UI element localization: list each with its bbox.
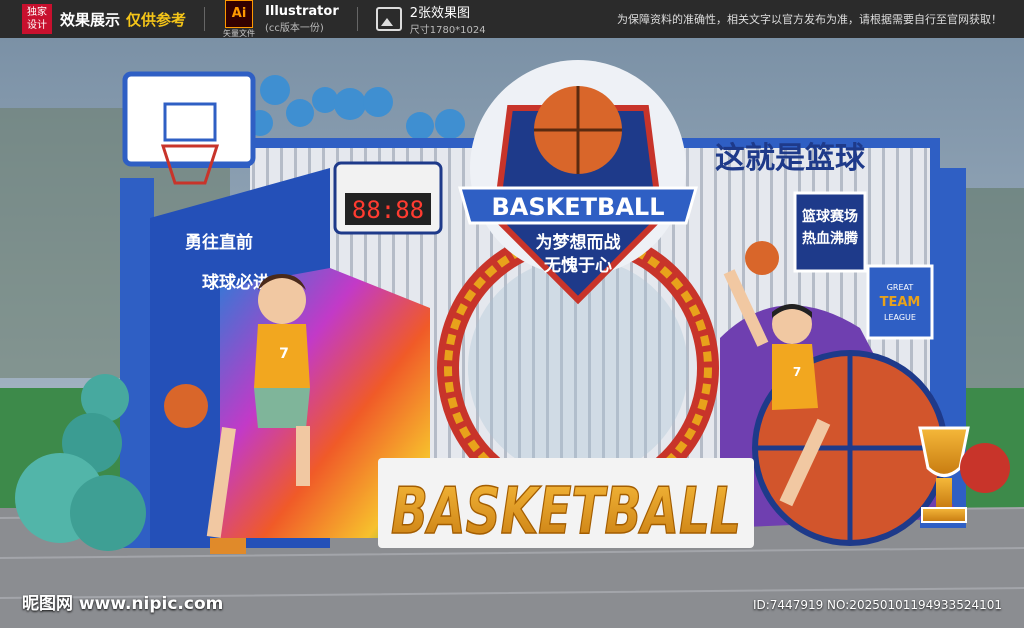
watermark: 昵图网 www.nipic.com	[22, 594, 224, 614]
scene-illustration: 这就是篮球 88:88 勇往直前 球球必进 BASKETBALL 为梦想而战 无…	[0, 38, 1024, 628]
preview-size: 尺寸1780*1024	[409, 25, 486, 36]
image-id: ID:7447919 NO:20250101194933524101	[752, 598, 1002, 612]
jersey-number-right: 7	[793, 365, 801, 379]
left-slogan-2: 球球必进	[202, 272, 270, 293]
image-icon	[375, 7, 402, 31]
scoreboard-digits: 88:88	[352, 196, 424, 224]
badge-line-1: GREAT	[887, 283, 914, 292]
basketball-icon	[745, 241, 779, 275]
title-text: 效果展示	[60, 10, 121, 29]
right-sign-line-1: 篮球赛场	[801, 208, 858, 225]
software-info: Illustrator (cc版本一份)	[265, 4, 339, 34]
notice-text: 为保障资料的准确性，相关文字以官方发布为准，请根据需要自行至官网获取！	[617, 13, 1002, 26]
badge-line-3: LEAGUE	[884, 313, 916, 322]
ai-file-icon: Ai	[225, 0, 254, 28]
badge-line-2: TEAM	[880, 295, 921, 310]
right-sign-line-2: 热血沸腾	[802, 230, 859, 247]
ai-file-group: Ai 矢量文件	[223, 0, 255, 39]
left-slogan-1: 勇往直前	[185, 232, 253, 253]
divider	[356, 7, 358, 31]
preview-count: 2张效果图	[409, 6, 471, 21]
big-basketball-word: BASKETBALL	[391, 475, 741, 549]
divider	[204, 7, 206, 31]
software-version: (cc版本一份)	[265, 23, 324, 34]
preview-info: 2张效果图 尺寸1780*1024	[410, 2, 486, 36]
logo-line1: 独家	[27, 7, 47, 18]
emblem-line-2: 无愧于心	[543, 255, 612, 276]
software-name: Illustrator	[265, 4, 339, 19]
emblem-title: BASKETBALL	[492, 193, 665, 221]
top-info-bar: 独家 设计 效果展示 仅供参考 Ai 矢量文件 Illustrator (cc版本…	[0, 0, 1024, 38]
exclusive-logo: 独家 设计	[22, 4, 52, 34]
title-highlight: 仅供参考	[126, 10, 187, 29]
basketball-icon	[164, 384, 208, 428]
ai-file-sub: 矢量文件	[223, 28, 256, 38]
topbar-title: 效果展示 仅供参考	[60, 9, 186, 30]
header-sign: 这就是篮球	[715, 141, 866, 176]
emblem-line-1: 为梦想而战	[536, 232, 621, 253]
jersey-number-left: 7	[279, 346, 289, 362]
logo-line2: 设计	[27, 20, 47, 31]
